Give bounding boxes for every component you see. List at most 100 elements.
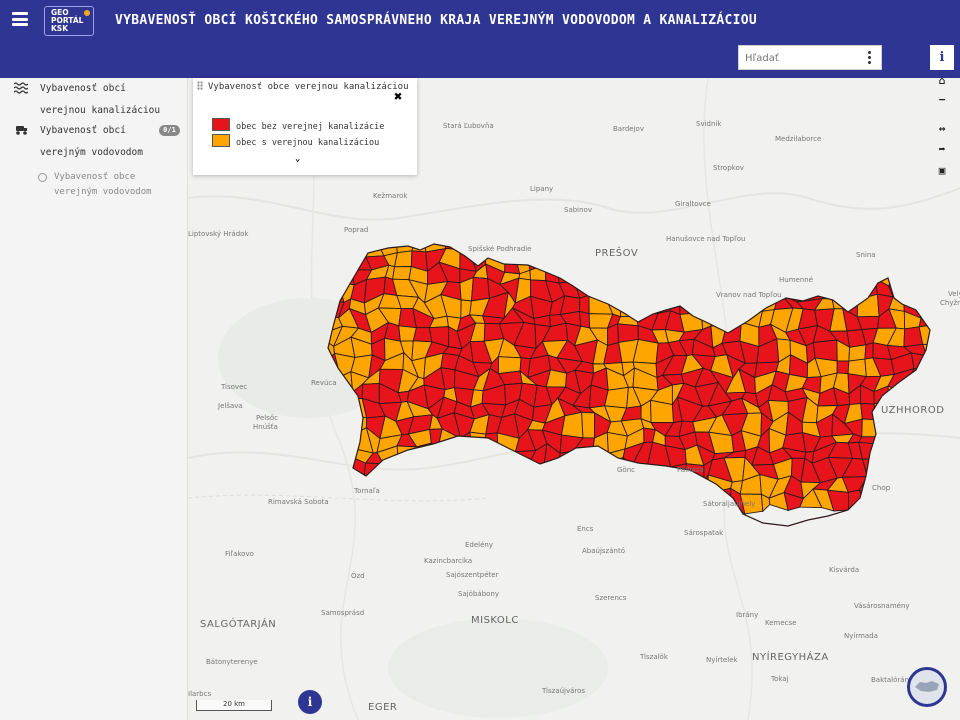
municipality-polygon[interactable] bbox=[829, 235, 854, 259]
municipality-polygon[interactable] bbox=[903, 426, 924, 447]
municipality-polygon[interactable] bbox=[954, 466, 960, 478]
municipality-polygon[interactable] bbox=[891, 255, 908, 266]
municipality-polygon[interactable] bbox=[721, 321, 742, 344]
municipality-polygon[interactable] bbox=[819, 277, 838, 300]
municipality-polygon[interactable] bbox=[579, 294, 590, 315]
municipality-polygon[interactable] bbox=[605, 471, 629, 494]
municipality-polygon[interactable] bbox=[917, 427, 941, 452]
search-box[interactable] bbox=[738, 45, 882, 70]
municipality-polygon[interactable] bbox=[439, 489, 462, 512]
municipality-polygon[interactable] bbox=[624, 487, 641, 510]
municipality-polygon[interactable] bbox=[590, 471, 610, 494]
municipality-polygon[interactable] bbox=[695, 473, 709, 495]
municipality-polygon[interactable] bbox=[647, 472, 675, 489]
municipality-polygon[interactable] bbox=[695, 279, 718, 305]
municipality-polygon[interactable] bbox=[647, 280, 664, 300]
radio-icon[interactable] bbox=[38, 173, 47, 182]
municipality-polygon[interactable] bbox=[873, 443, 897, 467]
municipality-polygon[interactable] bbox=[335, 411, 359, 434]
municipality-polygon[interactable] bbox=[878, 250, 899, 275]
municipality-polygon[interactable] bbox=[322, 249, 337, 274]
municipality-polygon[interactable] bbox=[318, 429, 345, 452]
municipality-polygon[interactable] bbox=[616, 276, 642, 296]
municipality-polygon[interactable] bbox=[698, 269, 715, 284]
municipality-polygon[interactable] bbox=[904, 412, 920, 439]
municipality-polygon[interactable] bbox=[363, 462, 384, 485]
municipality-polygon[interactable] bbox=[379, 487, 393, 514]
municipality-polygon[interactable] bbox=[888, 435, 910, 450]
municipality-polygon[interactable] bbox=[951, 363, 960, 374]
municipality-polygon[interactable] bbox=[880, 494, 889, 514]
municipality-polygon[interactable] bbox=[952, 331, 960, 349]
municipality-polygon[interactable] bbox=[382, 463, 400, 485]
municipality-polygon[interactable] bbox=[836, 360, 850, 375]
municipality-polygon[interactable] bbox=[319, 268, 340, 285]
municipality-polygon[interactable] bbox=[469, 431, 487, 454]
municipality-polygon[interactable] bbox=[934, 382, 959, 403]
municipality-polygon[interactable] bbox=[394, 250, 413, 268]
municipality-polygon[interactable] bbox=[679, 292, 703, 315]
municipality-polygon[interactable] bbox=[873, 458, 894, 478]
municipality-polygon[interactable] bbox=[948, 262, 960, 287]
municipality-polygon[interactable] bbox=[906, 476, 930, 492]
municipality-polygon[interactable] bbox=[427, 489, 445, 508]
municipality-polygon[interactable] bbox=[588, 278, 613, 298]
municipality-polygon[interactable] bbox=[724, 265, 747, 281]
municipality-polygon[interactable] bbox=[470, 474, 495, 495]
municipality-polygon[interactable] bbox=[954, 443, 960, 467]
municipality-polygon[interactable] bbox=[848, 344, 867, 362]
municipality-polygon[interactable] bbox=[861, 418, 884, 438]
municipality-polygon[interactable] bbox=[623, 472, 642, 490]
municipality-polygon[interactable] bbox=[907, 464, 930, 482]
info-button[interactable]: i bbox=[930, 45, 954, 70]
municipality-polygon[interactable] bbox=[905, 237, 926, 259]
municipality-polygon[interactable] bbox=[632, 279, 659, 296]
municipality-polygon[interactable] bbox=[768, 237, 790, 258]
municipality-polygon[interactable] bbox=[940, 264, 952, 288]
municipality-polygon[interactable] bbox=[767, 254, 792, 273]
municipality-polygon[interactable] bbox=[457, 448, 474, 467]
municipality-polygon[interactable] bbox=[813, 257, 831, 273]
municipality-polygon[interactable] bbox=[488, 474, 510, 490]
municipality-polygon[interactable] bbox=[754, 263, 777, 287]
municipality-polygon[interactable] bbox=[318, 465, 342, 485]
municipality-polygon[interactable] bbox=[725, 310, 742, 326]
municipality-polygon[interactable] bbox=[948, 419, 960, 436]
municipality-polygon[interactable] bbox=[560, 486, 585, 511]
municipality-polygon[interactable] bbox=[754, 256, 776, 274]
municipality-polygon[interactable] bbox=[887, 473, 912, 496]
municipality-polygon[interactable] bbox=[712, 265, 729, 284]
municipality-polygon[interactable] bbox=[561, 411, 584, 439]
municipality-polygon[interactable] bbox=[831, 277, 855, 303]
municipality-polygon[interactable] bbox=[581, 411, 596, 439]
municipality-polygon[interactable] bbox=[378, 479, 399, 489]
municipality-polygon[interactable] bbox=[573, 448, 597, 467]
close-icon[interactable]: ✖ bbox=[394, 90, 402, 104]
municipality-polygon[interactable] bbox=[925, 355, 935, 376]
municipality-polygon[interactable] bbox=[666, 247, 680, 265]
municipality-polygon[interactable] bbox=[922, 239, 940, 258]
legend-header[interactable]: Vybavenosť obce verejnou kanalizáciou bbox=[197, 81, 408, 92]
municipality-polygon[interactable] bbox=[903, 282, 929, 305]
home-icon[interactable]: ⌂ bbox=[930, 72, 954, 90]
municipality-polygon[interactable] bbox=[550, 488, 564, 512]
municipality-polygon[interactable] bbox=[949, 235, 960, 255]
municipality-polygon[interactable] bbox=[575, 232, 591, 251]
municipality-polygon[interactable] bbox=[925, 480, 943, 492]
municipality-polygon[interactable] bbox=[589, 462, 610, 476]
municipality-polygon[interactable] bbox=[826, 252, 850, 273]
municipality-polygon[interactable] bbox=[336, 472, 352, 500]
municipality-polygon[interactable] bbox=[635, 486, 654, 507]
municipality-polygon[interactable] bbox=[695, 292, 718, 314]
municipality-polygon[interactable] bbox=[526, 253, 549, 271]
menu-icon[interactable] bbox=[12, 12, 28, 26]
municipality-polygon[interactable] bbox=[579, 310, 591, 329]
municipality-polygon[interactable] bbox=[574, 474, 595, 490]
municipality-polygon[interactable] bbox=[482, 452, 501, 460]
municipality-polygon[interactable] bbox=[604, 275, 622, 298]
municipality-polygon[interactable] bbox=[339, 429, 359, 453]
municipality-polygon[interactable] bbox=[925, 369, 942, 387]
municipality-polygon[interactable] bbox=[488, 457, 504, 479]
municipality-polygon[interactable] bbox=[391, 487, 413, 513]
geoportal-logo[interactable]: GEO PORTÁL KSK bbox=[44, 6, 94, 36]
